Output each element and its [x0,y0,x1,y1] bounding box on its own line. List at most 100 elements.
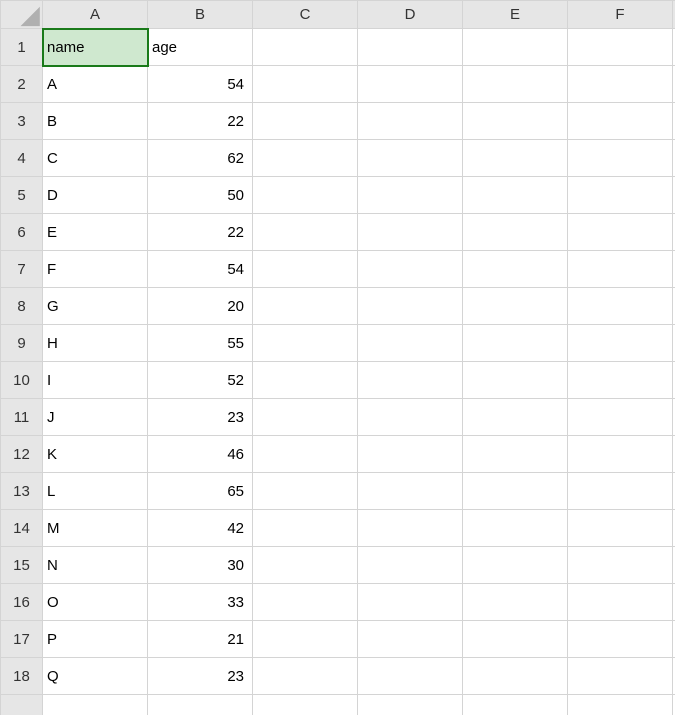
cell-D19-partial[interactable] [358,695,463,715]
row-head-8[interactable]: 8 [1,288,43,325]
cell-F7[interactable] [568,251,673,288]
cell-C18[interactable] [253,658,358,695]
cell-A18[interactable]: Q [43,658,148,695]
cell-C19-partial[interactable] [253,695,358,715]
cell-B13[interactable]: 65 [148,473,253,510]
cell-C9[interactable] [253,325,358,362]
cell-D13[interactable] [358,473,463,510]
cell-B14[interactable]: 42 [148,510,253,547]
col-head-F[interactable]: F [568,1,673,29]
col-head-D[interactable]: D [358,1,463,29]
cell-E10[interactable] [463,362,568,399]
cell-A8[interactable]: G [43,288,148,325]
cell-A10[interactable]: I [43,362,148,399]
cell-E1[interactable] [463,29,568,66]
cell-C5[interactable] [253,177,358,214]
cell-F18[interactable] [568,658,673,695]
row-head-19-partial[interactable] [1,695,43,715]
row-head-16[interactable]: 16 [1,584,43,621]
cell-E7[interactable] [463,251,568,288]
cell-A5[interactable]: D [43,177,148,214]
row-head-12[interactable]: 12 [1,436,43,473]
cell-F10[interactable] [568,362,673,399]
cell-C8[interactable] [253,288,358,325]
row-head-7[interactable]: 7 [1,251,43,288]
cell-D5[interactable] [358,177,463,214]
cell-A2[interactable]: A [43,66,148,103]
row-head-4[interactable]: 4 [1,140,43,177]
cell-F6[interactable] [568,214,673,251]
col-head-C[interactable]: C [253,1,358,29]
cell-D3[interactable] [358,103,463,140]
cell-E3[interactable] [463,103,568,140]
row-head-6[interactable]: 6 [1,214,43,251]
cell-E5[interactable] [463,177,568,214]
cell-E4[interactable] [463,140,568,177]
cell-D11[interactable] [358,399,463,436]
cell-B6[interactable]: 22 [148,214,253,251]
cell-F15[interactable] [568,547,673,584]
cell-D4[interactable] [358,140,463,177]
cell-B5[interactable]: 50 [148,177,253,214]
cell-E9[interactable] [463,325,568,362]
cell-B2[interactable]: 54 [148,66,253,103]
cell-E8[interactable] [463,288,568,325]
row-head-2[interactable]: 2 [1,66,43,103]
row-head-5[interactable]: 5 [1,177,43,214]
cell-C2[interactable] [253,66,358,103]
cell-C4[interactable] [253,140,358,177]
cell-C15[interactable] [253,547,358,584]
cell-D15[interactable] [358,547,463,584]
cell-D17[interactable] [358,621,463,658]
cell-F4[interactable] [568,140,673,177]
cell-B12[interactable]: 46 [148,436,253,473]
cell-B7[interactable]: 54 [148,251,253,288]
cell-B4[interactable]: 62 [148,140,253,177]
cell-E16[interactable] [463,584,568,621]
cell-D10[interactable] [358,362,463,399]
row-head-18[interactable]: 18 [1,658,43,695]
col-head-E[interactable]: E [463,1,568,29]
row-head-1[interactable]: 1 [1,29,43,66]
cell-A9[interactable]: H [43,325,148,362]
cell-C12[interactable] [253,436,358,473]
cell-E6[interactable] [463,214,568,251]
row-head-17[interactable]: 17 [1,621,43,658]
cell-B15[interactable]: 30 [148,547,253,584]
cell-C17[interactable] [253,621,358,658]
cell-F17[interactable] [568,621,673,658]
cell-F1[interactable] [568,29,673,66]
cell-A15[interactable]: N [43,547,148,584]
cell-D8[interactable] [358,288,463,325]
cell-D12[interactable] [358,436,463,473]
cell-F3[interactable] [568,103,673,140]
cell-C10[interactable] [253,362,358,399]
cell-F13[interactable] [568,473,673,510]
cell-E18[interactable] [463,658,568,695]
cell-B10[interactable]: 52 [148,362,253,399]
cell-F19-partial[interactable] [568,695,673,715]
cell-B19-partial[interactable] [148,695,253,715]
cell-D16[interactable] [358,584,463,621]
cell-A7[interactable]: F [43,251,148,288]
cell-F14[interactable] [568,510,673,547]
cell-B18[interactable]: 23 [148,658,253,695]
cell-D6[interactable] [358,214,463,251]
cell-C6[interactable] [253,214,358,251]
cell-D18[interactable] [358,658,463,695]
cell-A17[interactable]: P [43,621,148,658]
cell-B16[interactable]: 33 [148,584,253,621]
row-head-10[interactable]: 10 [1,362,43,399]
cell-C1[interactable] [253,29,358,66]
cell-B1[interactable]: age [148,29,253,66]
cell-F11[interactable] [568,399,673,436]
row-head-11[interactable]: 11 [1,399,43,436]
cell-A19-partial[interactable] [43,695,148,715]
cell-E13[interactable] [463,473,568,510]
row-head-13[interactable]: 13 [1,473,43,510]
cell-D9[interactable] [358,325,463,362]
cell-A4[interactable]: C [43,140,148,177]
cell-F8[interactable] [568,288,673,325]
cell-B11[interactable]: 23 [148,399,253,436]
cell-C14[interactable] [253,510,358,547]
